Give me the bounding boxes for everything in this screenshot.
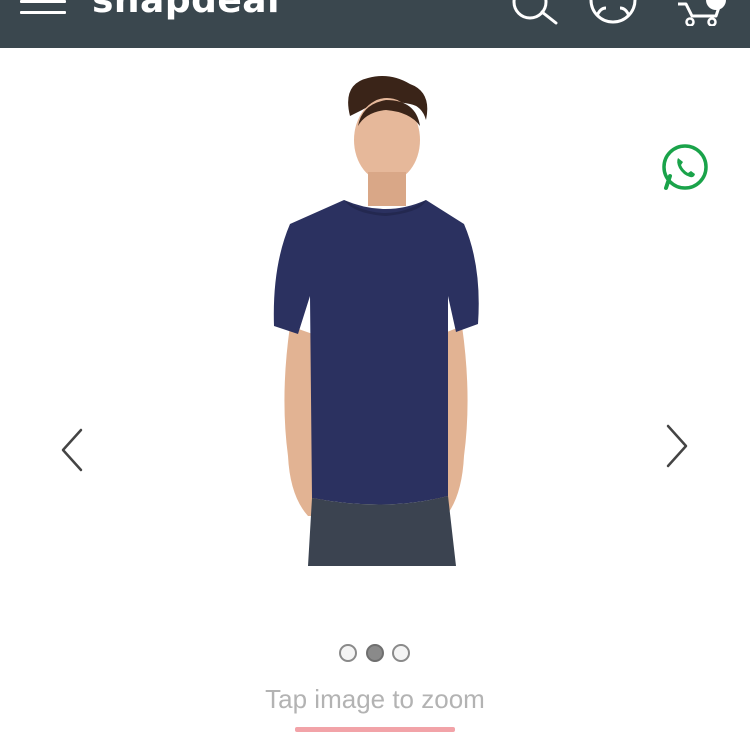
chevron-right-icon[interactable]	[662, 422, 692, 470]
chevron-left-icon[interactable]	[57, 426, 87, 474]
cart-icon[interactable]	[672, 0, 732, 26]
search-icon[interactable]	[508, 0, 564, 26]
pagination-dot[interactable]	[339, 644, 357, 662]
brand-logo[interactable]: snapdeal	[92, 0, 280, 21]
zoom-hint: Tap image to zoom	[265, 684, 485, 714]
whatsapp-icon[interactable]	[660, 142, 710, 192]
zoom-hint-underline	[295, 727, 455, 732]
image-pagination	[339, 644, 411, 662]
product-image[interactable]	[250, 76, 500, 566]
pagination-dot[interactable]	[392, 644, 410, 662]
pagination-dot-active[interactable]	[366, 644, 384, 662]
account-icon[interactable]	[588, 0, 638, 26]
menu-icon[interactable]	[20, 0, 68, 16]
app-header: snapdeal	[0, 0, 750, 48]
